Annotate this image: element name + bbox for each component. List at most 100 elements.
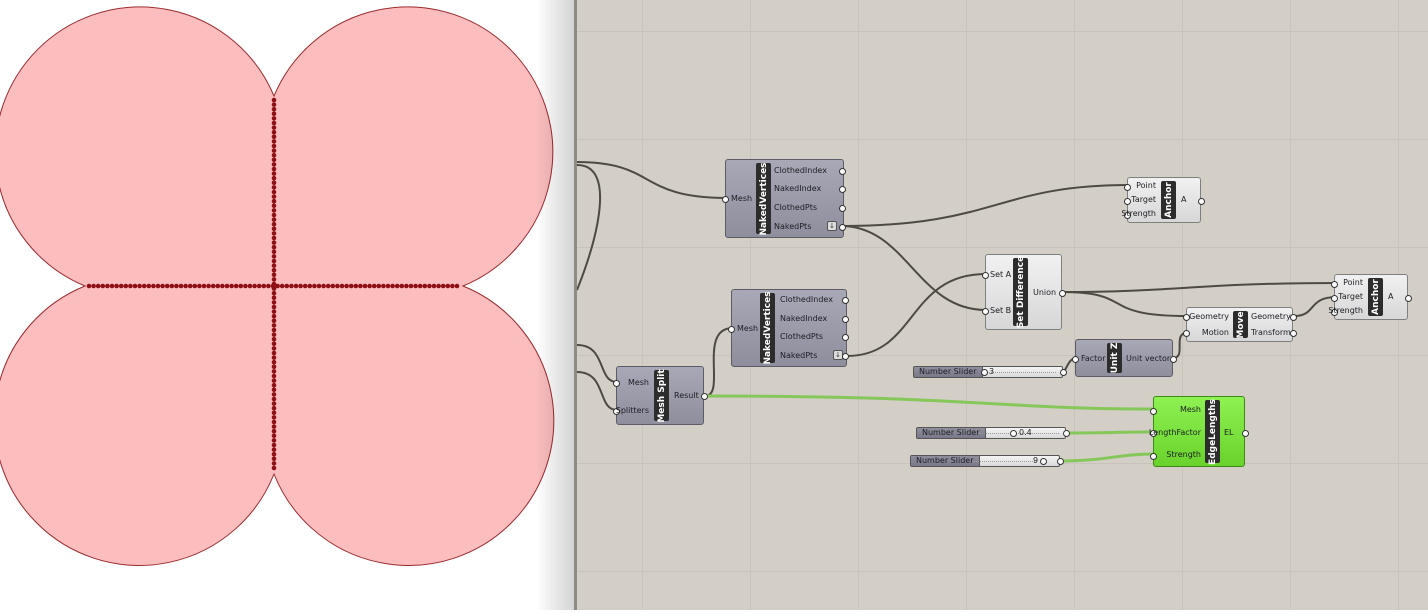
set-difference-component[interactable]: Set A Set B Set Difference Union [982, 254, 1066, 330]
number-slider-0-4[interactable]: Number Slider 0.4 [916, 427, 1070, 439]
naked-point [86, 283, 92, 289]
input-grip[interactable] [1124, 184, 1131, 191]
input-grip[interactable] [1150, 453, 1157, 460]
naked-point [302, 283, 308, 289]
input-grip[interactable] [1150, 408, 1157, 415]
naked-point [91, 283, 96, 289]
mesh-split-component[interactable]: Mesh Splitters Mesh Split Result [613, 366, 708, 425]
naked-point [271, 244, 277, 250]
anchor-component-2[interactable]: Point Target Strength Anchor A [1328, 274, 1412, 320]
naked-point [271, 249, 277, 255]
input-point-label: Point [1136, 181, 1156, 190]
input-strength-label: Strength [1166, 450, 1201, 459]
naked-point [271, 373, 277, 379]
naked-point [109, 283, 115, 289]
input-grip[interactable] [1072, 356, 1079, 363]
naked-vertices-component-2[interactable]: Mesh NakedVertices ClothedIndex NakedInd… [728, 289, 849, 367]
slider-knob[interactable] [1040, 458, 1047, 465]
input-grip[interactable] [1331, 281, 1338, 288]
edge-lengths-component[interactable]: Mesh LengthFactor Strength EdgeLengths E… [1149, 396, 1249, 467]
naked-point [271, 304, 277, 310]
output-grip[interactable] [839, 186, 846, 193]
naked-point [271, 139, 277, 144]
wire [577, 371, 618, 411]
naked-point [271, 300, 277, 305]
naked-point [321, 283, 326, 289]
naked-point [247, 283, 253, 289]
input-grip[interactable] [982, 272, 989, 279]
component-title: Unit Z [1107, 343, 1122, 373]
mesh-input-grip[interactable] [728, 326, 735, 333]
input-strength-label: Strength [1328, 306, 1363, 315]
anchor-component-1[interactable]: Point Target Strength Anchor A [1121, 177, 1205, 223]
output-grip[interactable] [842, 297, 849, 304]
input-target-label: Target [1131, 195, 1156, 204]
input-grip[interactable] [613, 380, 620, 387]
naked-point [271, 313, 277, 319]
wire [1060, 291, 1188, 317]
viewport-shadow [536, 0, 576, 610]
output-grip[interactable] [1060, 369, 1067, 376]
output-transform-label: Transform [1251, 328, 1291, 337]
naked-point [358, 283, 363, 289]
mesh-input-grip[interactable] [722, 196, 729, 203]
naked-point [174, 283, 179, 289]
wire [704, 327, 734, 397]
input-grip[interactable] [982, 308, 989, 315]
output-grip[interactable] [842, 316, 849, 323]
output-grip[interactable] [842, 334, 849, 341]
output-grip[interactable] [839, 168, 846, 175]
output-grip[interactable] [1063, 430, 1070, 437]
naked-point [376, 283, 382, 289]
slider-label: Number Slider [911, 456, 980, 466]
output-clothedindex: ClothedIndex [780, 295, 833, 304]
naked-point [271, 295, 277, 301]
naked-point [362, 283, 368, 289]
output-grip[interactable] [1057, 458, 1064, 465]
naked-point [271, 382, 277, 388]
naked-point [271, 410, 277, 416]
output-grip[interactable] [701, 393, 708, 400]
input-grip[interactable] [1183, 330, 1190, 337]
input-grip[interactable] [1124, 198, 1131, 205]
output-grip[interactable] [1290, 330, 1297, 337]
output-grip[interactable] [1198, 198, 1205, 205]
output-grip[interactable] [839, 224, 846, 231]
naked-vertices-component-1[interactable]: Mesh NakedVertices ClothedIndex NakedInd… [722, 159, 846, 238]
output-grip[interactable] [842, 353, 849, 360]
input-grip[interactable] [1331, 295, 1338, 302]
naked-point [330, 283, 336, 289]
naked-point [271, 369, 277, 374]
rhino-viewport[interactable] [0, 0, 556, 610]
naked-point [271, 424, 277, 429]
output-grip[interactable] [1405, 295, 1412, 302]
naked-point [390, 283, 395, 289]
wire [577, 164, 602, 291]
slider-knob[interactable] [981, 369, 988, 376]
output-grip[interactable] [1242, 430, 1249, 437]
download-arrow-icon: ↓ [827, 221, 837, 231]
naked-point [271, 309, 277, 314]
naked-point [339, 283, 345, 289]
naked-point [271, 212, 277, 218]
unit-z-component[interactable]: Factor Unit Z Unit vector [1072, 339, 1177, 377]
output-grip[interactable] [1290, 314, 1297, 321]
component-title: Anchor [1161, 181, 1176, 219]
naked-point [293, 283, 299, 289]
naked-point [224, 283, 230, 289]
output-grip[interactable] [839, 205, 846, 212]
naked-point [307, 283, 313, 289]
naked-point [394, 283, 400, 289]
move-component[interactable]: Geometry Motion Move Geometry Transform [1183, 307, 1297, 342]
number-slider-9[interactable]: Number Slider 9 [910, 455, 1064, 467]
component-title: EdgeLengths [1205, 399, 1220, 464]
output-grip[interactable] [1059, 290, 1066, 297]
naked-point [271, 364, 277, 370]
naked-point [271, 120, 277, 126]
number-slider-3[interactable]: Number Slider 3 [913, 366, 1067, 378]
slider-knob[interactable] [1010, 430, 1017, 437]
output-grip[interactable] [1170, 356, 1177, 363]
naked-point [271, 277, 277, 282]
grasshopper-canvas[interactable]: Mesh NakedVertices ClothedIndex NakedInd… [577, 0, 1428, 610]
input-motion-label: Motion [1201, 328, 1229, 337]
